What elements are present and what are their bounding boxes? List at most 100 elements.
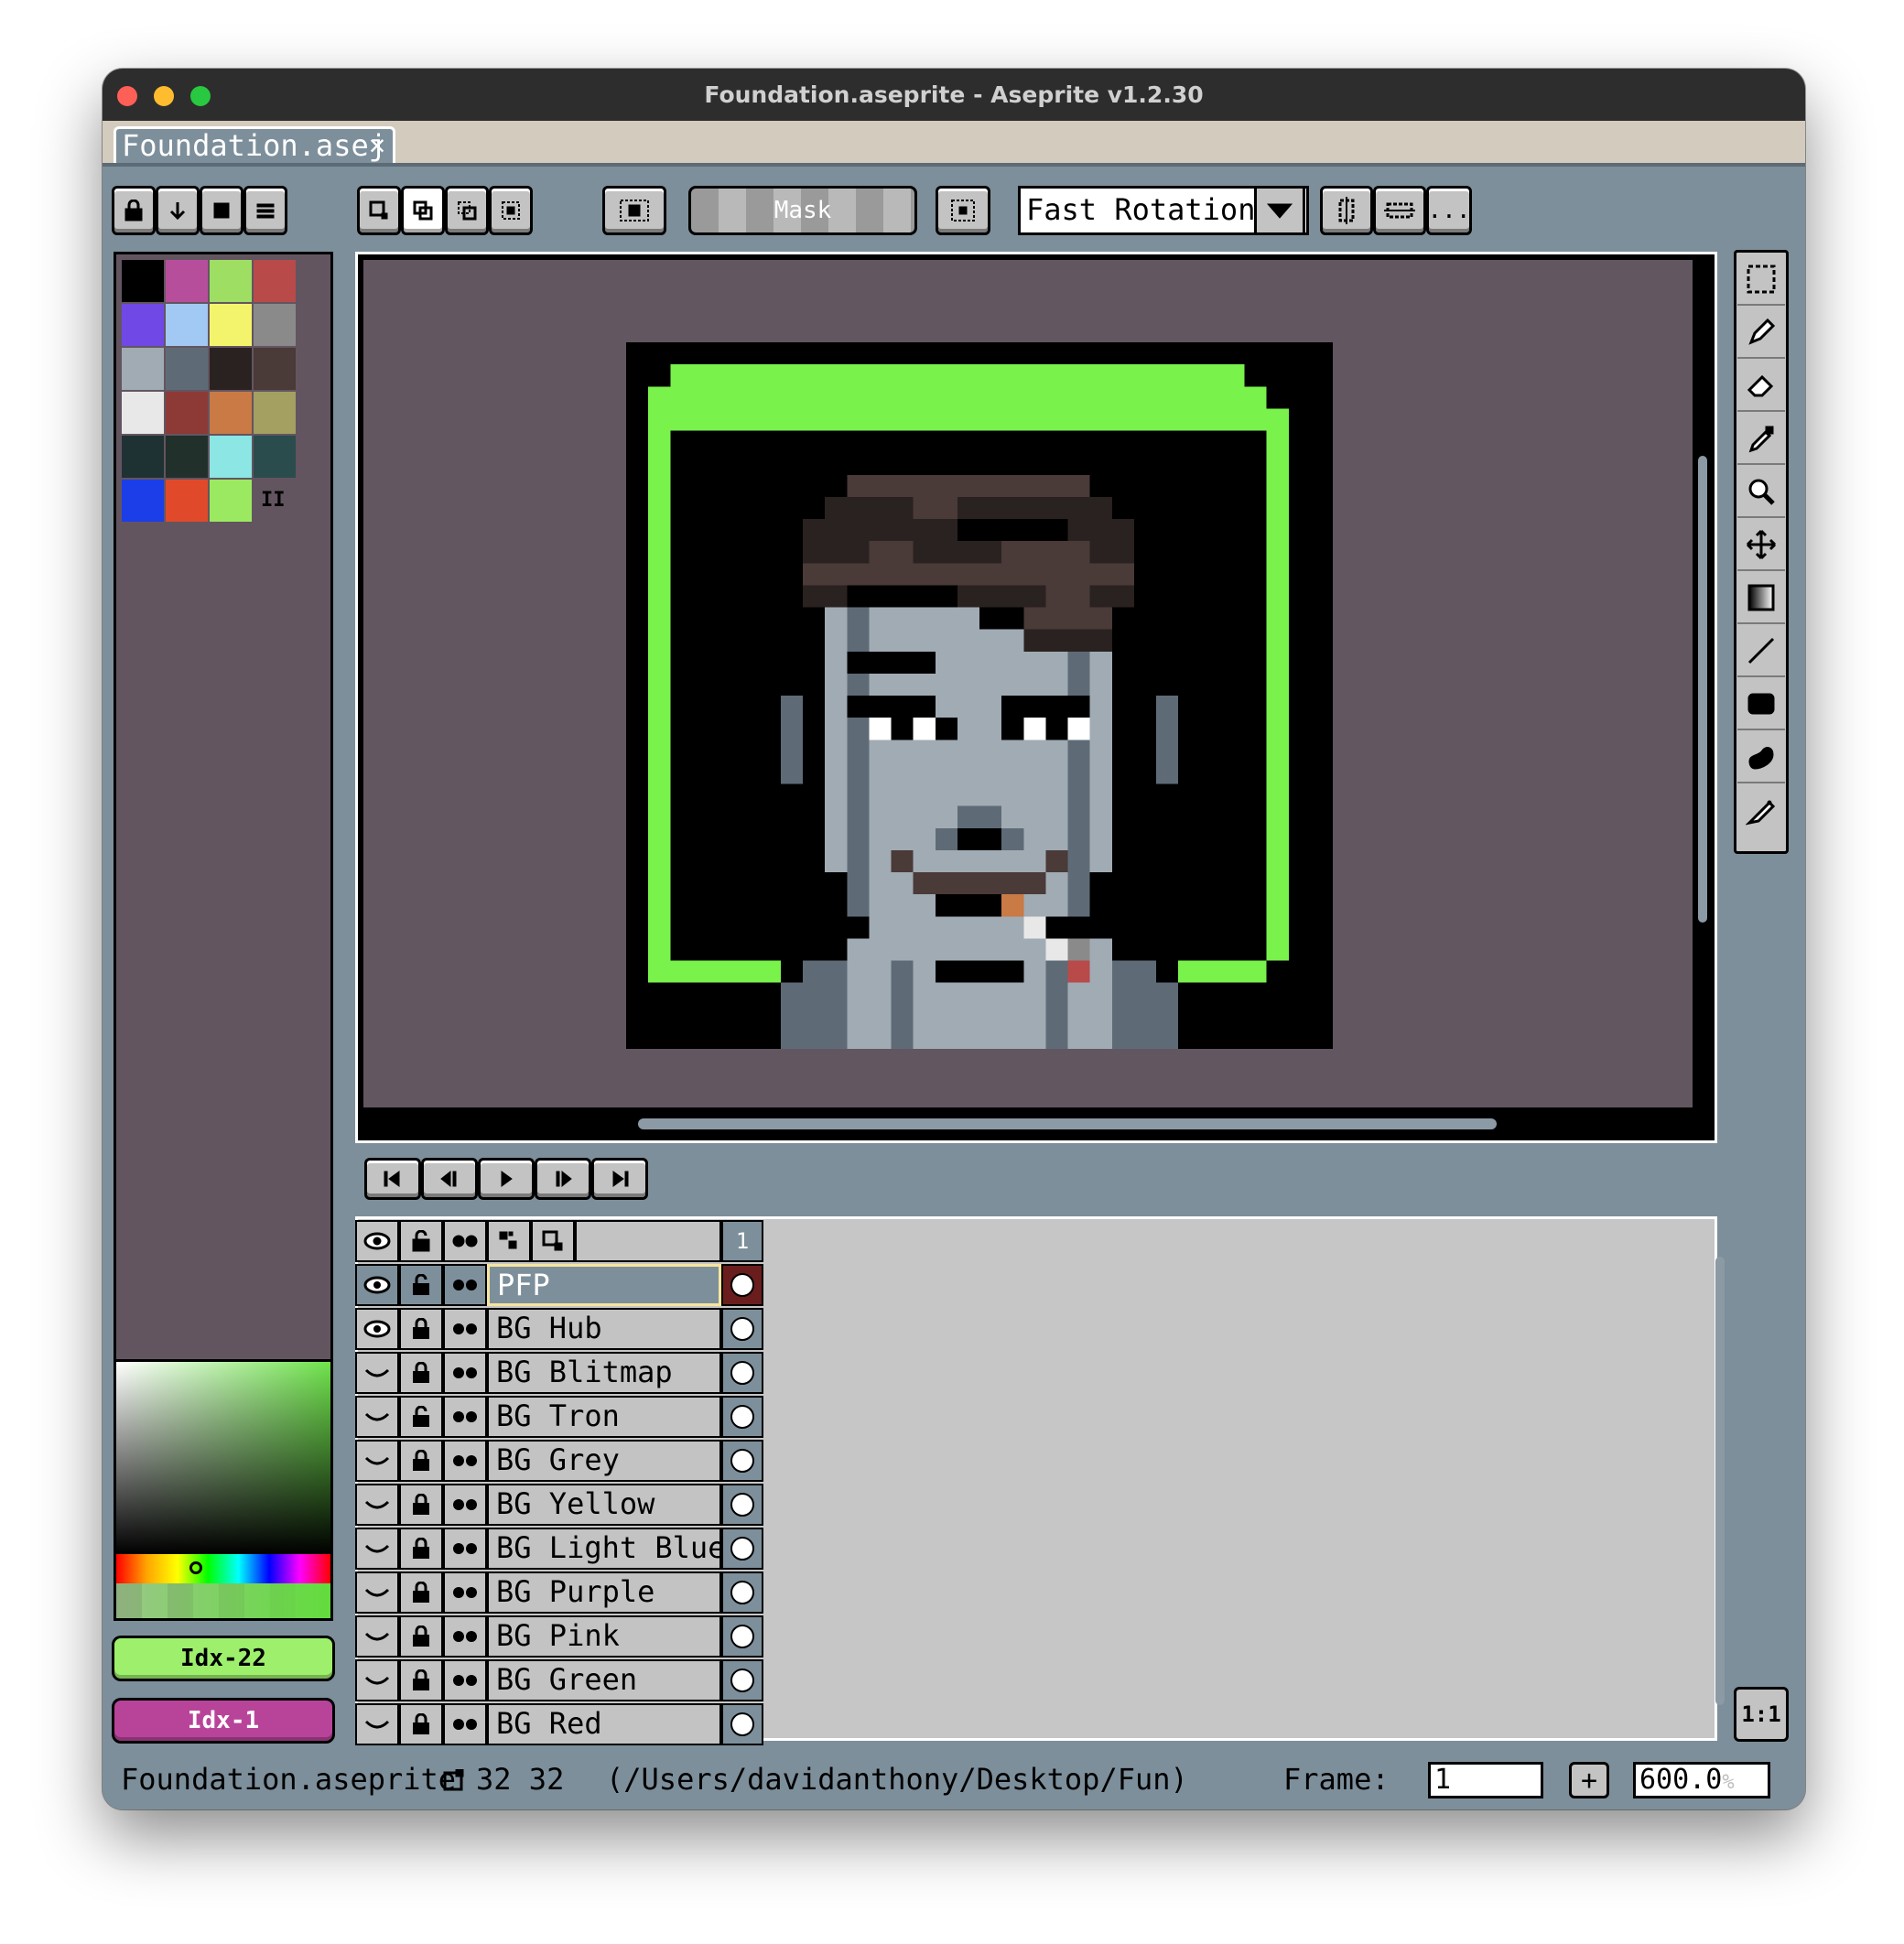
lock-icon[interactable] — [399, 1352, 443, 1394]
line-icon[interactable] — [1737, 626, 1785, 677]
continuous-icon[interactable] — [443, 1352, 487, 1394]
eye-closed-icon[interactable] — [355, 1440, 399, 1482]
palette-swatch[interactable] — [254, 348, 296, 390]
pixel-perfect-icon[interactable] — [602, 186, 666, 235]
palette-swatch[interactable] — [166, 436, 208, 478]
play-icon[interactable] — [478, 1158, 535, 1200]
tab-close-icon[interactable]: ✕ — [369, 129, 385, 162]
gear-icon[interactable] — [487, 1220, 531, 1262]
layer-row[interactable]: BG Tron — [355, 1396, 1706, 1440]
cel-cell[interactable] — [721, 1703, 763, 1745]
palette-swatch[interactable] — [254, 392, 296, 434]
eye-closed-icon[interactable] — [355, 1571, 399, 1614]
unlock-icon[interactable] — [399, 1264, 443, 1306]
palette-swatch[interactable] — [254, 260, 296, 302]
mask-color-button[interactable]: Mask — [688, 186, 917, 235]
timeline-vertical-scrollbar[interactable] — [1715, 1257, 1725, 1705]
cel-cell[interactable] — [721, 1659, 763, 1701]
palette-swatch[interactable] — [166, 392, 208, 434]
layer-row[interactable]: BG Yellow — [355, 1484, 1706, 1528]
document-tab[interactable]: Foundation.asej ✕ — [114, 126, 395, 165]
lock-header-icon[interactable] — [399, 1220, 443, 1262]
continuous-icon[interactable] — [443, 1308, 487, 1350]
cel-cell[interactable] — [721, 1440, 763, 1482]
continuous-icon[interactable] — [443, 1659, 487, 1701]
continuous-icon[interactable] — [443, 1484, 487, 1526]
layer-name[interactable]: BG Red — [487, 1703, 721, 1745]
zoom-reset-button[interactable]: 1:1 — [1734, 1687, 1789, 1742]
palette-swatch[interactable] — [254, 304, 296, 346]
palette-swatch[interactable] — [210, 260, 252, 302]
cel-cell[interactable] — [721, 1484, 763, 1526]
rectangular-marquee-icon[interactable] — [1737, 254, 1785, 306]
layer-name[interactable]: BG Yellow — [487, 1484, 721, 1526]
layer-row[interactable]: PFP — [355, 1264, 1706, 1308]
palette-swatch[interactable] — [210, 304, 252, 346]
selection-subtract-icon[interactable] — [445, 186, 489, 235]
eye-closed-icon[interactable] — [355, 1703, 399, 1745]
next-frame-icon[interactable] — [535, 1158, 591, 1200]
palette-swatch[interactable] — [122, 348, 164, 390]
canvas-vertical-scrollbar[interactable] — [1698, 456, 1707, 923]
palette-swatch[interactable] — [122, 260, 164, 302]
palette-swatch[interactable] — [122, 480, 164, 522]
palette-swatch[interactable] — [166, 260, 208, 302]
layer-row[interactable]: BG Grey — [355, 1440, 1706, 1484]
cel-cell[interactable] — [721, 1308, 763, 1350]
layer-name[interactable]: BG Tron — [487, 1396, 721, 1438]
layer-name[interactable]: BG Blitmap — [487, 1352, 721, 1394]
frame-input[interactable]: 1 — [1428, 1762, 1543, 1798]
blur-icon[interactable] — [1737, 785, 1785, 837]
selection-replace-icon[interactable] — [357, 186, 401, 235]
layer-link-icon[interactable] — [531, 1220, 575, 1262]
eye-closed-icon[interactable] — [355, 1352, 399, 1394]
continuous-icon[interactable] — [443, 1571, 487, 1614]
cel-cell[interactable] — [721, 1352, 763, 1394]
chevron-down-icon[interactable] — [1254, 186, 1305, 235]
hue-slider[interactable] — [116, 1554, 330, 1583]
layer-row[interactable]: BG Pink — [355, 1615, 1706, 1659]
layer-name[interactable]: BG Light Blue — [487, 1528, 721, 1570]
eye-closed-icon[interactable] — [355, 1396, 399, 1438]
lock-icon[interactable] — [399, 1571, 443, 1614]
continuous-header-icon[interactable] — [443, 1220, 487, 1262]
sprite-canvas[interactable] — [626, 342, 1333, 1049]
continuous-icon[interactable] — [443, 1396, 487, 1438]
more-options-button[interactable]: ... — [1426, 186, 1472, 235]
palette-swatch[interactable] — [210, 480, 252, 522]
continuous-icon[interactable] — [443, 1615, 487, 1658]
zoom-icon[interactable] — [1737, 467, 1785, 518]
color-spectrum[interactable] — [114, 1359, 333, 1621]
layer-name[interactable]: BG Purple — [487, 1571, 721, 1614]
square-fill-icon[interactable] — [200, 186, 243, 235]
new-frame-button[interactable]: + — [1569, 1762, 1609, 1798]
flip-horizontal-icon[interactable] — [1373, 186, 1426, 235]
cel-cell[interactable] — [721, 1396, 763, 1438]
palette-swatch[interactable] — [122, 436, 164, 478]
selection-intersect-icon[interactable] — [489, 186, 533, 235]
layer-row[interactable]: BG Green — [355, 1659, 1706, 1703]
eye-icon[interactable] — [355, 1308, 399, 1350]
layer-name[interactable]: BG Pink — [487, 1615, 721, 1658]
palette-swatch[interactable] — [166, 304, 208, 346]
last-frame-icon[interactable] — [591, 1158, 648, 1200]
foreground-color-button[interactable]: Idx-22 — [112, 1636, 335, 1681]
cel-cell[interactable] — [721, 1571, 763, 1614]
palette-swatch[interactable] — [210, 348, 252, 390]
eye-header-icon[interactable] — [355, 1220, 399, 1262]
move-icon[interactable] — [1737, 520, 1785, 571]
layer-name[interactable]: PFP — [487, 1264, 721, 1306]
canvas-editor[interactable] — [355, 252, 1717, 1143]
flip-vertical-icon[interactable] — [1320, 186, 1373, 235]
contour-icon[interactable] — [1737, 732, 1785, 783]
pencil-icon[interactable] — [1737, 308, 1785, 359]
palette-options-icon[interactable]: II — [261, 489, 286, 512]
first-frame-icon[interactable] — [364, 1158, 421, 1200]
palette-swatch[interactable] — [210, 436, 252, 478]
palette-swatch[interactable] — [122, 392, 164, 434]
eye-closed-icon[interactable] — [355, 1528, 399, 1570]
selection-add-icon[interactable] — [401, 186, 445, 235]
layer-row[interactable]: BG Light Blue — [355, 1528, 1706, 1571]
saturation-value-area[interactable] — [116, 1362, 330, 1554]
eye-closed-icon[interactable] — [355, 1484, 399, 1526]
